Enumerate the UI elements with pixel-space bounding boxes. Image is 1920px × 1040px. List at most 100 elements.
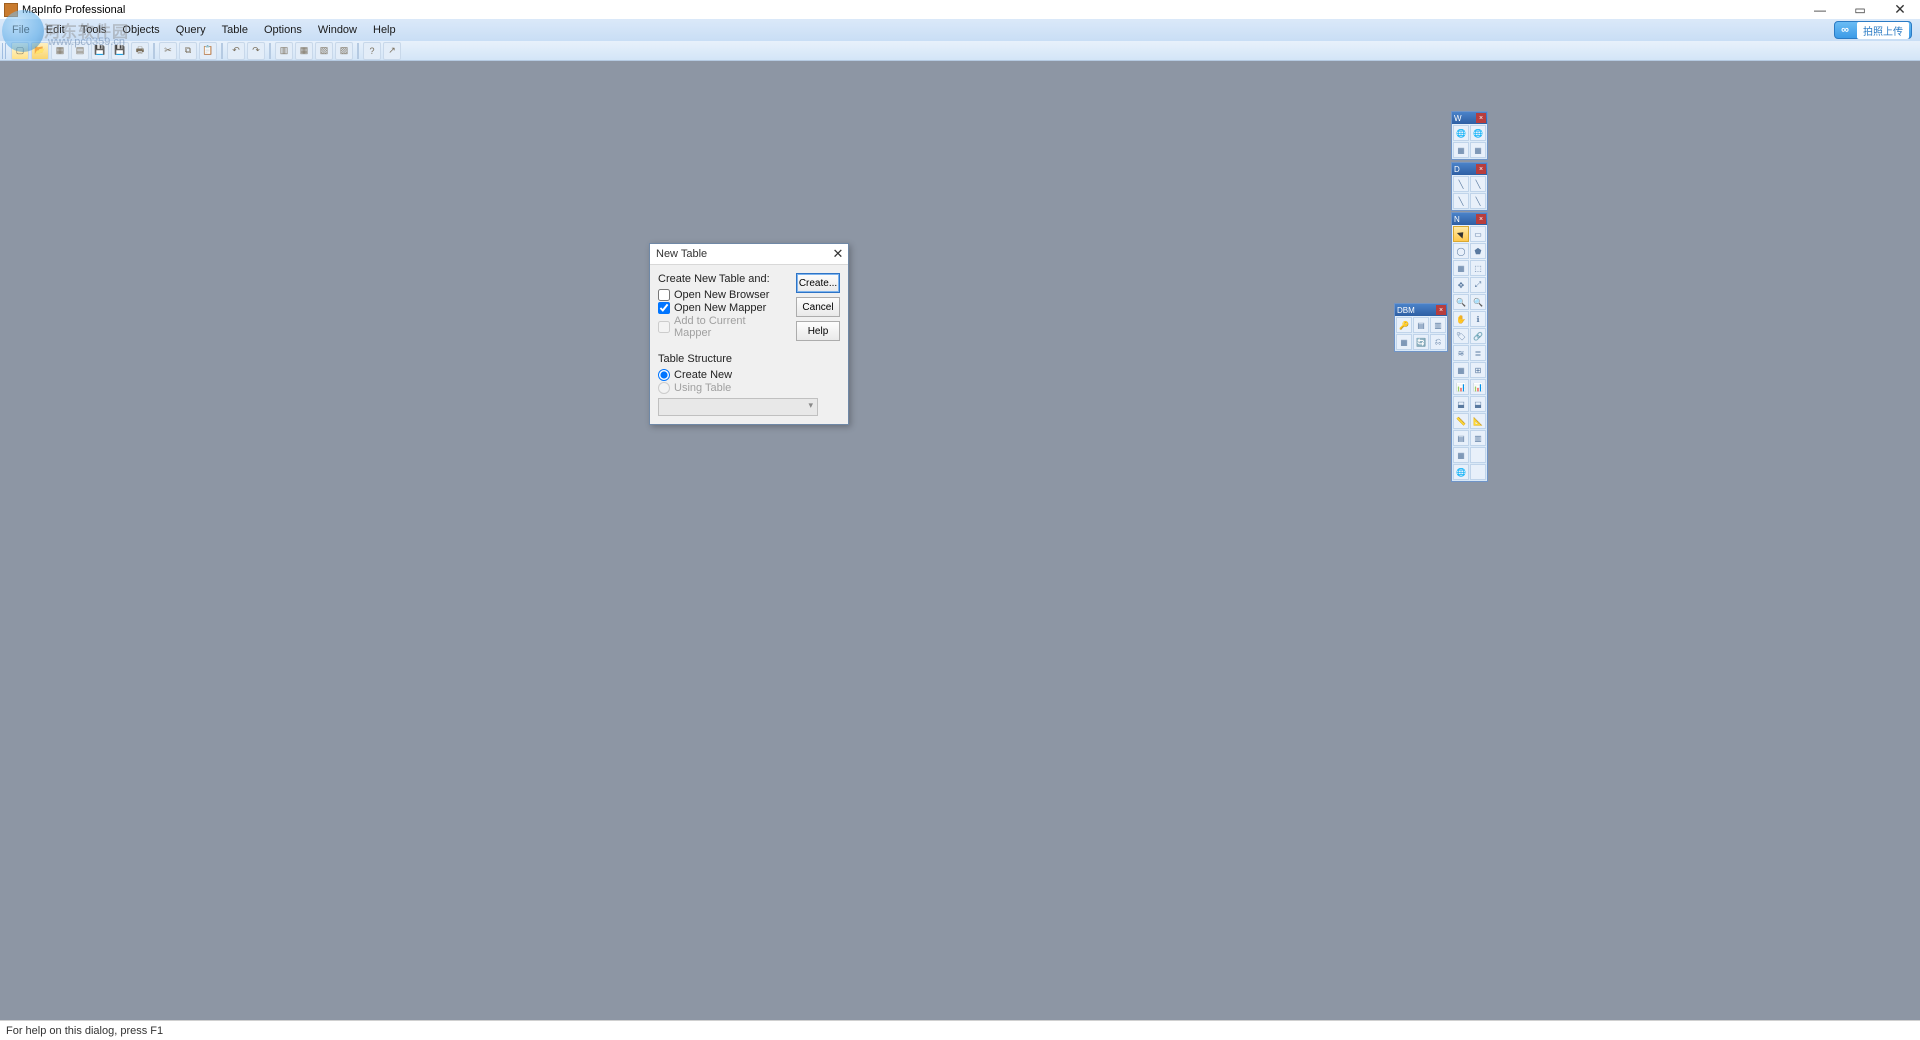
palette-btn[interactable]: ≣: [1470, 345, 1486, 361]
menu-help[interactable]: Help: [365, 21, 404, 39]
checkbox-open-mapper[interactable]: [658, 302, 670, 314]
menu-query[interactable]: Query: [168, 21, 214, 39]
palette-btn[interactable]: ╲: [1470, 193, 1486, 209]
menu-tools[interactable]: Tools: [73, 21, 115, 39]
new-browser-button[interactable]: ▥: [275, 42, 293, 60]
palette-title-n[interactable]: N×: [1452, 213, 1487, 225]
palette-title-dbm[interactable]: DBM×: [1395, 304, 1447, 316]
upload-tag[interactable]: ∞ 拍照上传: [1834, 21, 1912, 39]
palette-btn[interactable]: 🌐: [1470, 125, 1486, 141]
palette-btn[interactable]: ╲: [1453, 193, 1469, 209]
palette-btn[interactable]: [1470, 447, 1486, 463]
menu-window[interactable]: Window: [310, 21, 365, 39]
upload-tag-label: 拍照上传: [1857, 22, 1909, 39]
dbms-palette[interactable]: DBM× 🔑 ▤ ▥ ▦ 🔄 ⎌: [1394, 303, 1448, 352]
palette-btn[interactable]: ⊞: [1470, 362, 1486, 378]
help-button[interactable]: ?: [363, 42, 381, 60]
help-button[interactable]: Help: [796, 321, 840, 341]
palette-btn[interactable]: ╲: [1453, 176, 1469, 192]
menu-options[interactable]: Options: [256, 21, 310, 39]
palette-btn[interactable]: 🌐: [1453, 464, 1469, 480]
web-services-palette[interactable]: W× 🌐 🌐 ▦ ▦: [1451, 111, 1488, 160]
palette-close-icon[interactable]: ×: [1436, 305, 1446, 315]
main-palette[interactable]: N× ▭ ◯ ⬟ ▦ ⬚ ✥ ⤢ 🔍 🔍 ✋ ℹ 🏷 🔗 ≋ ≣ ▦ ⊞ 📊 📊…: [1451, 212, 1488, 482]
cut-button[interactable]: ✂: [159, 42, 177, 60]
palette-btn[interactable]: [1470, 464, 1486, 480]
palette-btn[interactable]: ▥: [1470, 430, 1486, 446]
cancel-button[interactable]: Cancel: [796, 297, 840, 317]
palette-btn[interactable]: 📐: [1470, 413, 1486, 429]
dialog-close-button[interactable]: ✕: [828, 244, 848, 264]
select-tool[interactable]: [1453, 226, 1469, 242]
drawing-palette[interactable]: D× ╲ ╲ ╲ ╲: [1451, 162, 1488, 211]
palette-btn[interactable]: ⎌: [1430, 334, 1446, 350]
save-button[interactable]: 💾: [91, 42, 109, 60]
menu-objects[interactable]: Objects: [114, 21, 167, 39]
new-mapper-button[interactable]: ▦: [295, 42, 313, 60]
open-dbms-button[interactable]: ▦: [51, 42, 69, 60]
palette-btn[interactable]: ≋: [1453, 345, 1469, 361]
copy-button[interactable]: ⧉: [179, 42, 197, 60]
palette-btn[interactable]: 🏷: [1453, 328, 1469, 344]
palette-btn[interactable]: ▦: [1453, 260, 1469, 276]
palette-btn[interactable]: ▦: [1453, 142, 1469, 158]
palette-btn[interactable]: ◯: [1453, 243, 1469, 259]
check-open-mapper[interactable]: Open New Mapper: [658, 302, 778, 314]
palette-btn[interactable]: 🔍: [1453, 294, 1469, 310]
palette-btn[interactable]: 🔍: [1470, 294, 1486, 310]
menu-edit[interactable]: Edit: [38, 21, 73, 39]
paste-button[interactable]: 📋: [199, 42, 217, 60]
palette-btn[interactable]: ⬓: [1470, 396, 1486, 412]
palette-btn[interactable]: ⬚: [1470, 260, 1486, 276]
palette-btn[interactable]: ✥: [1453, 277, 1469, 293]
palette-title-w[interactable]: W×: [1452, 112, 1487, 124]
palette-btn[interactable]: ▦: [1396, 334, 1412, 350]
palette-close-icon[interactable]: ×: [1476, 113, 1486, 123]
close-button[interactable]: ✕: [1880, 0, 1920, 19]
palette-close-icon[interactable]: ×: [1476, 164, 1486, 174]
save-window-button[interactable]: 💾: [111, 42, 129, 60]
checkbox-open-browser[interactable]: [658, 289, 670, 301]
new-redistricter-button[interactable]: ▨: [335, 42, 353, 60]
palette-btn[interactable]: ⬟: [1470, 243, 1486, 259]
palette-btn[interactable]: 🔄: [1413, 334, 1429, 350]
palette-btn[interactable]: ▥: [1430, 317, 1446, 333]
menu-table[interactable]: Table: [214, 21, 256, 39]
dialog-titlebar[interactable]: New Table ✕: [650, 244, 848, 265]
maximize-button[interactable]: ▭: [1840, 0, 1880, 19]
create-button[interactable]: Create...: [796, 273, 840, 293]
palette-btn[interactable]: 📏: [1453, 413, 1469, 429]
radio-create-new[interactable]: Create New: [658, 369, 778, 381]
palette-btn[interactable]: ✋: [1453, 311, 1469, 327]
palette-title-d[interactable]: D×: [1452, 163, 1487, 175]
palette-btn[interactable]: ▦: [1453, 362, 1469, 378]
palette-btn[interactable]: ℹ: [1470, 311, 1486, 327]
workspace-button[interactable]: ▤: [71, 42, 89, 60]
palette-btn[interactable]: 🔑: [1396, 317, 1412, 333]
palette-btn[interactable]: ▦: [1453, 447, 1469, 463]
palette-btn[interactable]: 🌐: [1453, 125, 1469, 141]
radio-create-new-input[interactable]: [658, 369, 670, 381]
palette-btn[interactable]: ▭: [1470, 226, 1486, 242]
palette-btn[interactable]: ╲: [1470, 176, 1486, 192]
palette-btn[interactable]: ⬓: [1453, 396, 1469, 412]
print-button[interactable]: 🖶: [131, 42, 149, 60]
palette-btn[interactable]: 🔗: [1470, 328, 1486, 344]
check-open-browser[interactable]: Open New Browser: [658, 289, 778, 301]
redo-button[interactable]: ↷: [247, 42, 265, 60]
new-button[interactable]: ▢: [11, 42, 29, 60]
undo-button[interactable]: ↶: [227, 42, 245, 60]
palette-btn[interactable]: 📊: [1470, 379, 1486, 395]
arrow-button[interactable]: ↗: [383, 42, 401, 60]
palette-btn[interactable]: ▤: [1413, 317, 1429, 333]
palette-close-icon[interactable]: ×: [1476, 214, 1486, 224]
palette-btn[interactable]: 📊: [1453, 379, 1469, 395]
minimize-button[interactable]: —: [1800, 0, 1840, 19]
palette-btn[interactable]: ▤: [1453, 430, 1469, 446]
toolbar-grip[interactable]: [2, 43, 8, 59]
open-button[interactable]: 📂: [31, 42, 49, 60]
new-layout-button[interactable]: ▧: [315, 42, 333, 60]
palette-btn[interactable]: ▦: [1470, 142, 1486, 158]
menu-file[interactable]: File: [4, 21, 38, 39]
palette-btn[interactable]: ⤢: [1470, 277, 1486, 293]
